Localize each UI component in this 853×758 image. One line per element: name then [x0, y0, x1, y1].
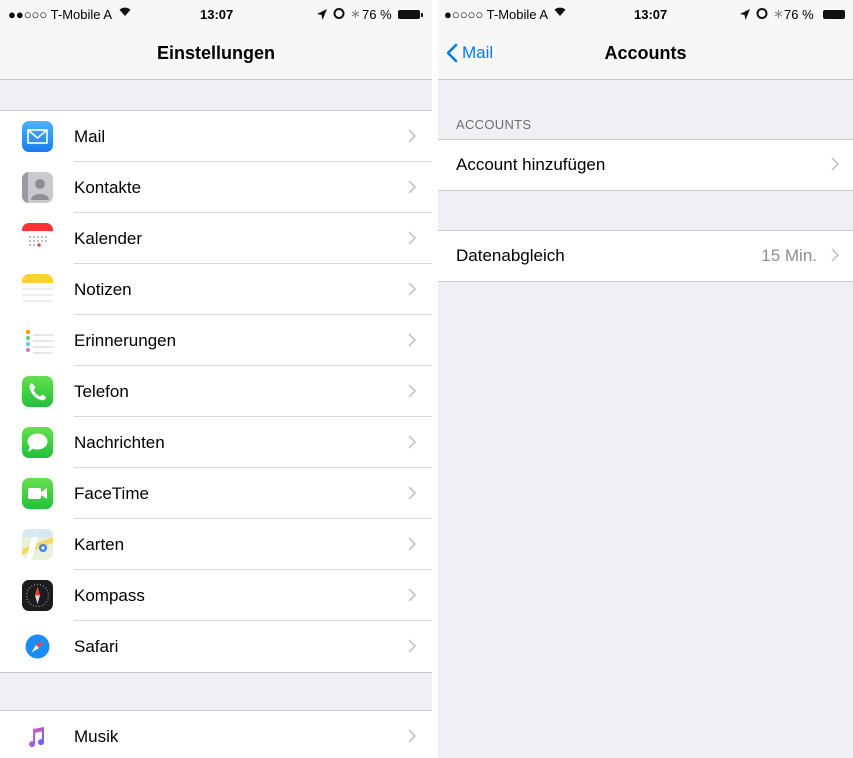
settings-row-label: FaceTime [74, 483, 149, 503]
status-bar: ●●○○○ T-Mobile A 13:07 ∗ 76 % [0, 0, 432, 27]
settings-row-notizen[interactable]: Notizen [0, 264, 432, 315]
status-bar: ●○○○○ T-Mobile A 13:07 ∗ 76 % [438, 0, 853, 27]
add-account-label: Account hinzufügen [456, 155, 606, 174]
compass-icon [22, 580, 53, 611]
settings-row-kontakte[interactable]: Kontakte [0, 162, 432, 213]
settings-row-nachrichten[interactable]: Nachrichten [0, 417, 432, 468]
facetime-icon [22, 478, 53, 509]
wifi-icon [118, 5, 132, 20]
chevron-right-icon [408, 729, 417, 748]
clock: 13:07 [634, 7, 668, 22]
chevron-right-icon [408, 231, 417, 250]
settings-row-label: Mail [74, 126, 106, 146]
chevron-right-icon [408, 486, 417, 505]
fetch-value: 15 Min. [761, 246, 817, 265]
add-account-row[interactable]: Account hinzufügen [438, 140, 853, 190]
settings-row-telefon[interactable]: Telefon [0, 366, 432, 417]
mail-icon [22, 121, 53, 152]
settings-row-label: Telefon [74, 381, 129, 401]
notes-icon [22, 274, 53, 305]
battery-percent: 76 % [362, 7, 392, 22]
screenshot: ●●○○○ T-Mobile A 13:07 ∗ 76 % Einstellun… [0, 0, 853, 758]
settings-row-safari[interactable]: Safari [0, 621, 432, 672]
settings-row-label: Musik [74, 726, 119, 746]
chevron-right-icon [408, 384, 417, 403]
settings-row-erinnerungen[interactable]: Erinnerungen [0, 315, 432, 366]
chevron-right-icon [831, 157, 840, 176]
accounts-group: Account hinzufügen [438, 139, 853, 191]
settings-row-label: Safari [74, 636, 119, 656]
carrier-label: ●●○○○ T-Mobile A [8, 7, 113, 22]
fetch-label: Datenabgleich [456, 246, 565, 265]
chevron-right-icon [408, 435, 417, 454]
clock: 13:07 [200, 7, 234, 22]
chevron-right-icon [408, 333, 417, 352]
chevron-right-icon [408, 180, 417, 199]
carrier-label: ●○○○○ T-Mobile A [444, 7, 549, 22]
settings-group-media: Musik [0, 710, 432, 758]
settings-row-label: Karten [74, 534, 125, 554]
location-icon [317, 8, 327, 23]
safari-icon [22, 631, 53, 662]
music-icon [22, 721, 53, 752]
maps-icon [22, 529, 53, 560]
chevron-right-icon [408, 129, 417, 148]
fetch-group: Datenabgleich 15 Min. [438, 230, 853, 282]
chevron-right-icon [408, 282, 417, 301]
messages-icon [22, 427, 53, 458]
chevron-right-icon [408, 588, 417, 607]
page-title: Einstellungen [156, 43, 275, 63]
battery-icon [823, 10, 845, 19]
settings-row-kalender[interactable]: Kalender [0, 213, 432, 264]
settings-row-label: Notizen [74, 279, 132, 299]
page-title: Accounts [604, 43, 687, 63]
chevron-right-icon [408, 537, 417, 556]
settings-row-karten[interactable]: Karten [0, 519, 432, 570]
navigation-bar: Einstellungen [0, 27, 432, 80]
settings-row-facetime[interactable]: FaceTime [0, 468, 432, 519]
bluetooth-icon: ∗ [350, 6, 361, 21]
chevron-right-icon [408, 639, 417, 658]
settings-row-label: Kalender [74, 228, 143, 248]
calendar-icon [22, 223, 53, 254]
settings-row-mail[interactable]: Mail [0, 111, 432, 162]
wifi-icon [553, 5, 567, 20]
chevron-right-icon [831, 248, 840, 267]
battery-percent: 76 % [784, 7, 814, 22]
phone-icon [22, 376, 53, 407]
settings-row-label: Kontakte [74, 177, 142, 197]
settings-row-label: Kompass [74, 585, 145, 605]
bluetooth-icon: ∗ [773, 6, 784, 21]
fetch-new-data-row[interactable]: Datenabgleich 15 Min. [438, 231, 853, 281]
battery-icon [398, 10, 420, 19]
contacts-icon [22, 172, 53, 203]
settings-row-label: Nachrichten [74, 432, 165, 452]
navigation-bar: Mail Accounts [438, 27, 853, 80]
alarm-icon [756, 7, 768, 22]
accounts-screen: ●○○○○ T-Mobile A 13:07 ∗ 76 % Mail Accou… [438, 0, 853, 758]
settings-group-apps: Mail Kontakte Kalender Notizen Erinnerungen T… [0, 110, 432, 673]
reminders-icon [22, 325, 53, 356]
settings-row-musik[interactable]: Musik [0, 711, 432, 758]
section-header-accounts: ACCOUNTS [456, 117, 532, 132]
alarm-icon [333, 7, 345, 22]
location-icon [740, 8, 750, 23]
settings-screen: ●●○○○ T-Mobile A 13:07 ∗ 76 % Einstellun… [0, 0, 432, 758]
settings-row-kompass[interactable]: Kompass [0, 570, 432, 621]
settings-row-label: Erinnerungen [74, 330, 177, 350]
